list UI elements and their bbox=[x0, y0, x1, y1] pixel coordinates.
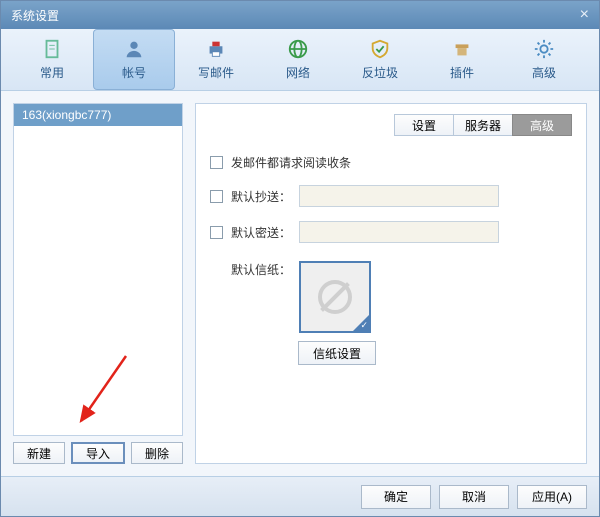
delete-button[interactable]: 删除 bbox=[131, 442, 183, 464]
default-cc-label: 默认抄送： bbox=[231, 188, 291, 205]
stationery-label: 默认信纸： bbox=[231, 261, 291, 278]
titlebar: 系统设置 × bbox=[1, 1, 599, 29]
toolbar-item-advanced[interactable]: 高级 bbox=[503, 29, 585, 90]
import-button[interactable]: 导入 bbox=[71, 442, 125, 464]
cancel-button[interactable]: 取消 bbox=[439, 485, 509, 509]
none-icon bbox=[318, 280, 352, 314]
default-cc-input[interactable] bbox=[299, 185, 499, 207]
toolbar-item-plugin[interactable]: 插件 bbox=[421, 29, 503, 90]
ok-button[interactable]: 确定 bbox=[361, 485, 431, 509]
tab-advanced[interactable]: 高级 bbox=[512, 114, 572, 136]
footer: 确定 取消 应用(A) bbox=[1, 476, 599, 516]
default-cc-checkbox[interactable] bbox=[210, 190, 223, 203]
toolbar-item-general[interactable]: 常用 bbox=[11, 29, 93, 90]
row-read-receipt: 发邮件都请求阅读收条 bbox=[210, 154, 572, 171]
globe-icon bbox=[287, 38, 309, 60]
default-bcc-checkbox[interactable] bbox=[210, 226, 223, 239]
toolbar-label: 帐号 bbox=[122, 64, 146, 81]
toolbar-item-network[interactable]: 网络 bbox=[257, 29, 339, 90]
toolbar-label: 高级 bbox=[532, 64, 556, 81]
row-default-cc: 默认抄送： bbox=[210, 185, 572, 207]
plugin-icon bbox=[451, 38, 473, 60]
toolbar-label: 反垃圾 bbox=[362, 64, 398, 81]
left-panel: 163(xiongbc777) 新建 导入 删除 bbox=[13, 103, 183, 464]
window-title: 系统设置 bbox=[11, 7, 59, 24]
right-panel: 设置 服务器 高级 发邮件都请求阅读收条 默认抄送： 默认密送： 默认信纸： bbox=[195, 103, 587, 464]
default-bcc-input[interactable] bbox=[299, 221, 499, 243]
account-list[interactable]: 163(xiongbc777) bbox=[13, 103, 183, 436]
tab-settings[interactable]: 设置 bbox=[394, 114, 454, 136]
read-receipt-checkbox[interactable] bbox=[210, 156, 223, 169]
file-icon bbox=[41, 38, 63, 60]
stationery-settings-button[interactable]: 信纸设置 bbox=[298, 341, 376, 365]
toolbar-item-account[interactable]: 帐号 bbox=[93, 29, 175, 90]
read-receipt-label: 发邮件都请求阅读收条 bbox=[231, 154, 351, 171]
account-item[interactable]: 163(xiongbc777) bbox=[14, 104, 182, 126]
toolbar-label: 写邮件 bbox=[198, 64, 234, 81]
toolbar-item-compose[interactable]: 写邮件 bbox=[175, 29, 257, 90]
apply-button[interactable]: 应用(A) bbox=[517, 485, 587, 509]
system-settings-window: 系统设置 × 常用 帐号 写邮件 网络 反垃圾 插件 高级 bbox=[0, 0, 600, 517]
stationery-btn-row: 信纸设置 bbox=[278, 341, 572, 365]
tab-bar: 设置 服务器 高级 bbox=[210, 114, 572, 136]
selected-check-icon bbox=[353, 315, 369, 331]
toolbar: 常用 帐号 写邮件 网络 反垃圾 插件 高级 bbox=[1, 29, 599, 91]
user-icon bbox=[123, 38, 145, 60]
default-bcc-label: 默认密送： bbox=[231, 224, 291, 241]
toolbar-label: 常用 bbox=[40, 64, 64, 81]
stationery-preview[interactable] bbox=[299, 261, 371, 333]
row-stationery: 默认信纸： bbox=[210, 261, 572, 333]
tab-server[interactable]: 服务器 bbox=[453, 114, 513, 136]
row-default-bcc: 默认密送： bbox=[210, 221, 572, 243]
printer-icon bbox=[205, 38, 227, 60]
toolbar-label: 插件 bbox=[450, 64, 474, 81]
new-button[interactable]: 新建 bbox=[13, 442, 65, 464]
toolbar-item-antispam[interactable]: 反垃圾 bbox=[339, 29, 421, 90]
gear-icon bbox=[533, 38, 555, 60]
content-area: 163(xiongbc777) 新建 导入 删除 设置 服务器 高级 发邮件都请… bbox=[1, 91, 599, 476]
toolbar-label: 网络 bbox=[286, 64, 310, 81]
shield-icon bbox=[369, 38, 391, 60]
close-icon[interactable]: × bbox=[580, 6, 589, 24]
left-button-row: 新建 导入 删除 bbox=[13, 442, 183, 464]
